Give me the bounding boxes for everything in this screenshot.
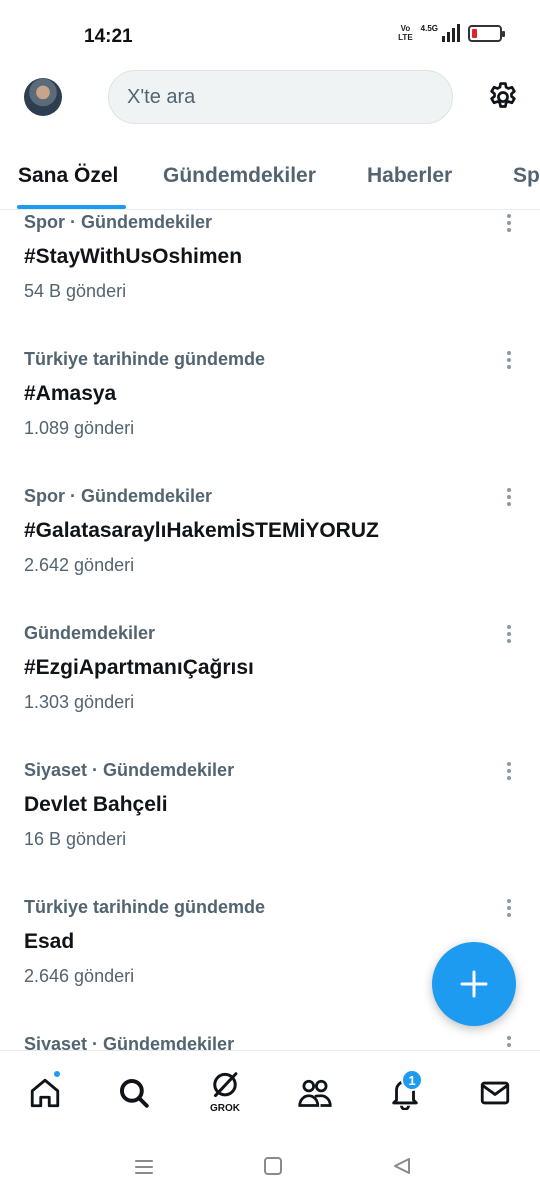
more-options-icon[interactable] [498,486,520,508]
trend-context: Spor · Gündemdekiler [24,486,213,506]
nav-search[interactable] [112,1071,156,1115]
tab-sana-ozel[interactable]: Sana Özel [18,164,118,188]
trends-feed: Spor · Gündemdekiler #StayWithUsOshimen … [0,210,540,1050]
battery-icon [468,24,505,42]
plus-icon [460,970,488,998]
trend-count: 1.089 gönderi [24,418,135,438]
communities-icon [298,1079,332,1107]
more-options-icon[interactable] [498,897,520,919]
signal-icon: 4.5G [421,24,460,42]
top-bar: X'te ara [0,68,540,128]
home-icon [30,1078,60,1108]
trend-context: Gündemdekiler [24,623,156,643]
trend-name: #EzgiApartmanıÇağrısı [24,656,254,679]
notification-count-badge: 1 [401,1069,423,1091]
avatar[interactable] [24,78,62,116]
more-options-icon[interactable] [498,212,520,234]
bottom-nav: GROK 1 [0,1050,540,1138]
volte-icon: Vo LTE [398,24,413,42]
tab-spor[interactable]: Spor [513,164,540,188]
nav-messages[interactable] [473,1071,517,1115]
trend-item[interactable]: Siyaset · Gündemdekiler [0,1032,540,1050]
trend-context: Siyaset · Gündemdekiler [24,760,235,780]
tab-haberler[interactable]: Haberler [367,164,452,188]
trend-context: Siyaset · Gündemdekiler [24,1034,235,1050]
status-bar: 14:21 Vo LTE 4.5G [0,0,540,60]
nav-grok[interactable]: GROK [203,1071,247,1115]
trend-name: Esad [24,930,75,953]
more-options-icon[interactable] [498,623,520,645]
home-unread-dot [52,1069,62,1079]
tab-gundemdekiler[interactable]: Gündemdekiler [163,164,316,188]
trend-name: #StayWithUsOshimen [24,245,243,268]
system-nav-bar [0,1138,540,1200]
trend-name: #Amasya [24,382,117,405]
trend-item[interactable]: Gündemdekiler #EzgiApartmanıÇağrısı 1.30… [0,621,540,758]
trend-count: 1.303 gönderi [24,692,135,712]
trend-context: Spor · Gündemdekiler [24,212,213,232]
trend-count: 54 B gönderi [24,281,127,301]
trend-count: 2.646 gönderi [24,966,135,986]
tab-bar: Sana Özel Gündemdekiler Haberler Spor [0,150,540,210]
nav-communities[interactable] [293,1071,337,1115]
search-placeholder: X'te ara [127,85,196,108]
mail-icon [480,1081,510,1105]
settings-gear-icon[interactable] [486,80,520,114]
search-icon [119,1078,149,1108]
more-options-icon[interactable] [498,1034,520,1050]
active-tab-indicator [17,205,126,209]
trend-count: 16 B gönderi [24,829,127,849]
trend-context: Türkiye tarihinde gündemde [24,897,266,917]
recent-apps-icon[interactable] [133,1156,157,1180]
more-options-icon[interactable] [498,760,520,782]
compose-post-button[interactable] [432,942,516,1026]
grok-label: GROK [210,1103,240,1114]
trend-context: Türkiye tarihinde gündemde [24,349,266,369]
status-time: 14:21 [84,26,133,47]
trend-name: Devlet Bahçeli [24,793,168,816]
trend-item[interactable]: Spor · Gündemdekiler #GalatasaraylıHakem… [0,484,540,621]
trend-count: 2.642 gönderi [24,555,135,575]
trend-item[interactable]: Spor · Gündemdekiler #StayWithUsOshimen … [0,210,540,347]
home-square-icon[interactable] [263,1156,287,1180]
search-input[interactable]: X'te ara [108,70,453,124]
trend-name: #GalatasaraylıHakemİSTEMİYORUZ [24,519,379,542]
trend-item[interactable]: Türkiye tarihinde gündemde #Amasya 1.089… [0,347,540,484]
back-triangle-icon[interactable] [392,1156,416,1180]
status-icons: Vo LTE 4.5G [398,24,505,42]
grok-icon [213,1072,238,1098]
trend-item[interactable]: Siyaset · Gündemdekiler Devlet Bahçeli 1… [0,758,540,895]
more-options-icon[interactable] [498,349,520,371]
